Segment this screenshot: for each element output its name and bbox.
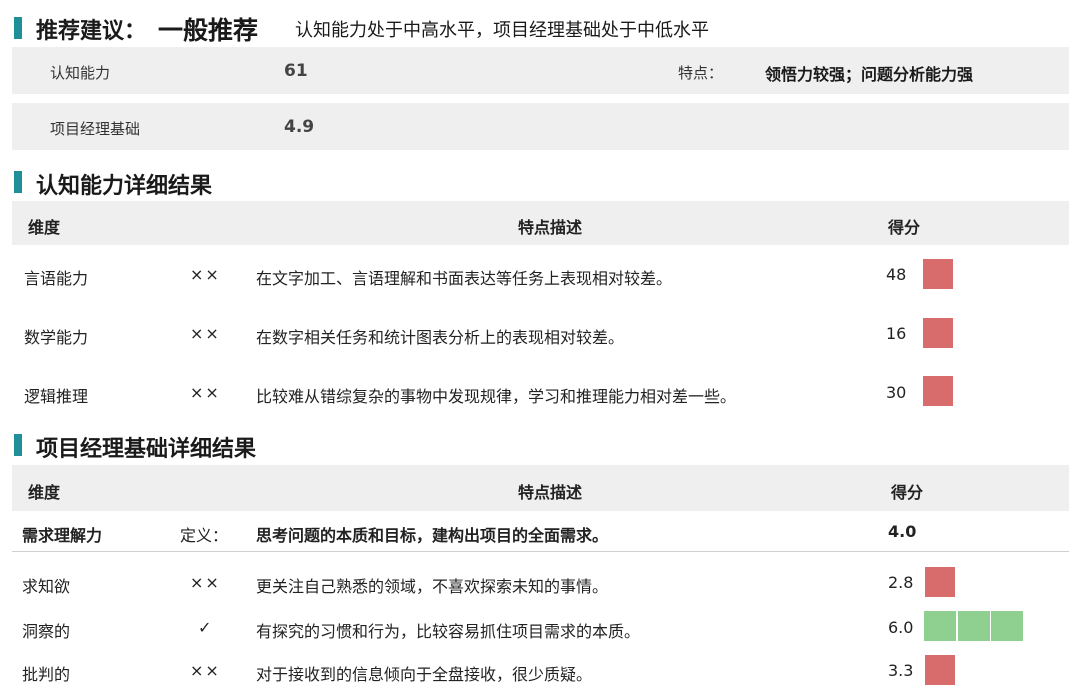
- recommendation-label: 推荐建议：: [36, 19, 147, 44]
- score-level-block: [923, 259, 953, 289]
- score-level-block: [925, 567, 955, 597]
- header-description: 特点描述: [518, 218, 583, 237]
- score-level-block: [925, 655, 955, 685]
- header-dimension: 维度: [28, 218, 61, 237]
- table-row-dimension: 数学能力: [24, 328, 89, 347]
- score-level-block: [924, 611, 956, 641]
- pm-score: 4.9: [284, 117, 315, 137]
- definition-description: 思考问题的本质和目标，建构出项目的全面需求。: [256, 526, 609, 545]
- table-row-score: 6.0: [888, 618, 914, 637]
- table-row-score: 16: [886, 324, 907, 343]
- header-score: 得分: [891, 483, 924, 502]
- score-level-block: [923, 376, 953, 406]
- pm-label: 项目经理基础: [50, 120, 141, 138]
- recommendation-note: 认知能力处于中高水平，项目经理基础处于中低水平: [295, 20, 709, 41]
- recommendation-value: 一般推荐: [158, 16, 259, 45]
- table-row-score: 30: [886, 383, 907, 402]
- table-row-score: 3.3: [888, 661, 914, 680]
- summary-row-pm: [12, 103, 1069, 150]
- header-score: 得分: [888, 218, 921, 237]
- pm-section-title: 项目经理基础详细结果: [36, 437, 257, 462]
- table-row-description: 在数字相关任务和统计图表分析上的表现相对较差。: [256, 328, 625, 347]
- table-row-description: 有探究的习惯和行为，比较容易抓住项目需求的本质。: [256, 622, 641, 641]
- feature-text: 领悟力较强；问题分析能力强: [765, 65, 974, 84]
- table-row-dimension: 求知欲: [22, 577, 71, 596]
- table-row-dimension: 洞察的: [22, 622, 71, 641]
- feature-label: 特点：: [678, 64, 724, 82]
- cognitive-section-title: 认知能力详细结果: [36, 174, 213, 199]
- table-row-dimension: 言语能力: [24, 269, 89, 288]
- check-mark-icon: ✓: [198, 618, 212, 637]
- definition-label: 定义：: [180, 526, 229, 545]
- definition-dimension: 需求理解力: [22, 526, 103, 545]
- cross-mark-icon: ××: [190, 661, 221, 680]
- score-level-block: [958, 611, 990, 641]
- section-marker: [14, 17, 22, 39]
- cross-mark-icon: ××: [190, 324, 221, 343]
- cross-mark-icon: ××: [190, 383, 221, 402]
- table-row-description: 比较难从错综复杂的事物中发现规律，学习和推理能力相对差一些。: [256, 387, 737, 406]
- score-level-block: [923, 318, 953, 348]
- section-marker: [14, 171, 22, 193]
- definition-score: 4.0: [888, 522, 917, 541]
- header-description: 特点描述: [518, 483, 583, 502]
- table-row-description: 更关注自己熟悉的领域，不喜欢探索未知的事情。: [256, 577, 609, 596]
- cognitive-score: 61: [284, 61, 308, 81]
- table-row-description: 在文字加工、言语理解和书面表达等任务上表现相对较差。: [256, 269, 673, 288]
- header-dimension: 维度: [28, 483, 61, 502]
- cognitive-label: 认知能力: [50, 64, 111, 82]
- table-row-score: 2.8: [888, 573, 914, 592]
- divider: [12, 551, 1069, 552]
- table-row-description: 对于接收到的信息倾向于全盘接收，很少质疑。: [256, 665, 593, 684]
- table-row-dimension: 逻辑推理: [24, 387, 89, 406]
- cross-mark-icon: ××: [190, 573, 221, 592]
- table-row-score: 48: [886, 265, 907, 284]
- table-row-dimension: 批判的: [22, 665, 71, 684]
- cross-mark-icon: ××: [190, 265, 221, 284]
- section-marker: [14, 434, 22, 456]
- score-level-block: [991, 611, 1023, 641]
